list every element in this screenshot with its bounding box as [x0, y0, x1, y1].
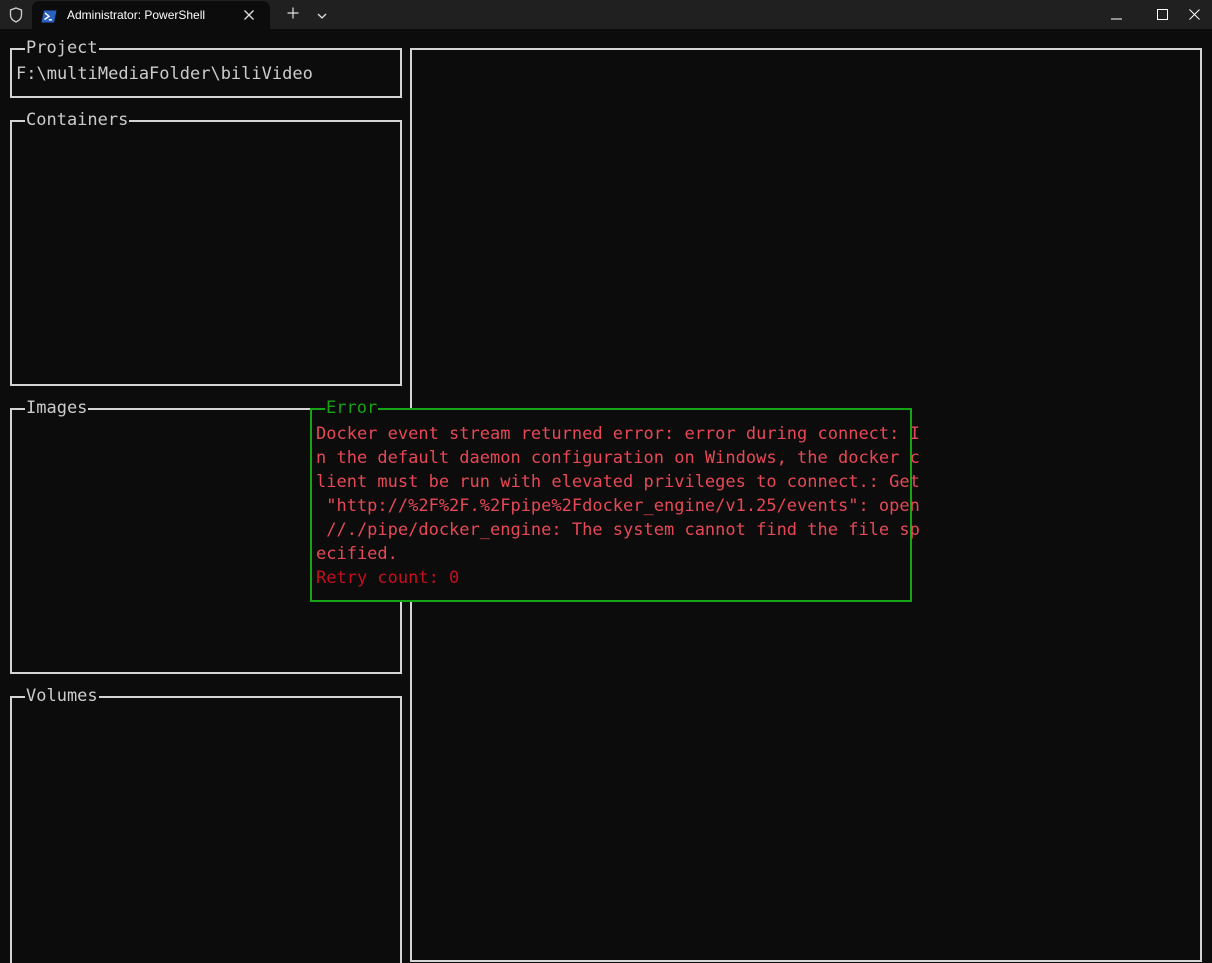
error-message: Docker event stream returned error: erro…	[316, 422, 920, 590]
error-line: Docker event stream returned error: erro…	[316, 424, 920, 444]
project-panel-title: Project	[25, 37, 99, 59]
volumes-panel[interactable]: Volumes	[10, 685, 402, 963]
shield-icon	[4, 0, 28, 29]
plus-icon	[287, 4, 299, 24]
chevron-down-icon	[317, 4, 327, 24]
close-window-button[interactable]	[1176, 0, 1212, 29]
error-line: "http://%2F%2F.%2Fpipe%2Fdocker_engine/v…	[316, 496, 920, 516]
retry-count: Retry count: 0	[316, 568, 460, 588]
images-panel-title: Images	[25, 397, 89, 419]
title-bar: Administrator: PowerShell	[0, 0, 1212, 29]
close-icon	[1188, 5, 1200, 25]
maximize-icon	[1156, 5, 1168, 25]
error-line: n the default daemon configuration on Wi…	[316, 448, 920, 468]
volumes-panel-title: Volumes	[25, 685, 99, 707]
close-icon[interactable]	[241, 7, 257, 23]
tab-dropdown-button[interactable]	[313, 3, 331, 25]
error-title: Error	[325, 397, 379, 419]
project-path: F:\multiMediaFolder\biliVideo	[16, 64, 313, 84]
containers-panel-title: Containers	[25, 109, 130, 131]
tab-powershell[interactable]: Administrator: PowerShell	[32, 1, 270, 29]
error-popup: Error Docker event stream returned error…	[310, 397, 920, 602]
minimize-button[interactable]	[1093, 0, 1139, 29]
tab-title: Administrator: PowerShell	[67, 8, 206, 22]
error-line: lient must be run with elevated privileg…	[316, 472, 920, 492]
error-line: //./pipe/docker_engine: The system canno…	[316, 520, 920, 540]
powershell-icon	[41, 8, 57, 23]
error-line: ecified.	[316, 544, 398, 564]
containers-panel[interactable]: Containers	[10, 109, 402, 386]
minimize-icon	[1110, 5, 1122, 25]
new-tab-button[interactable]	[283, 3, 303, 25]
project-panel[interactable]: Project F:\multiMediaFolder\biliVideo	[10, 37, 402, 98]
